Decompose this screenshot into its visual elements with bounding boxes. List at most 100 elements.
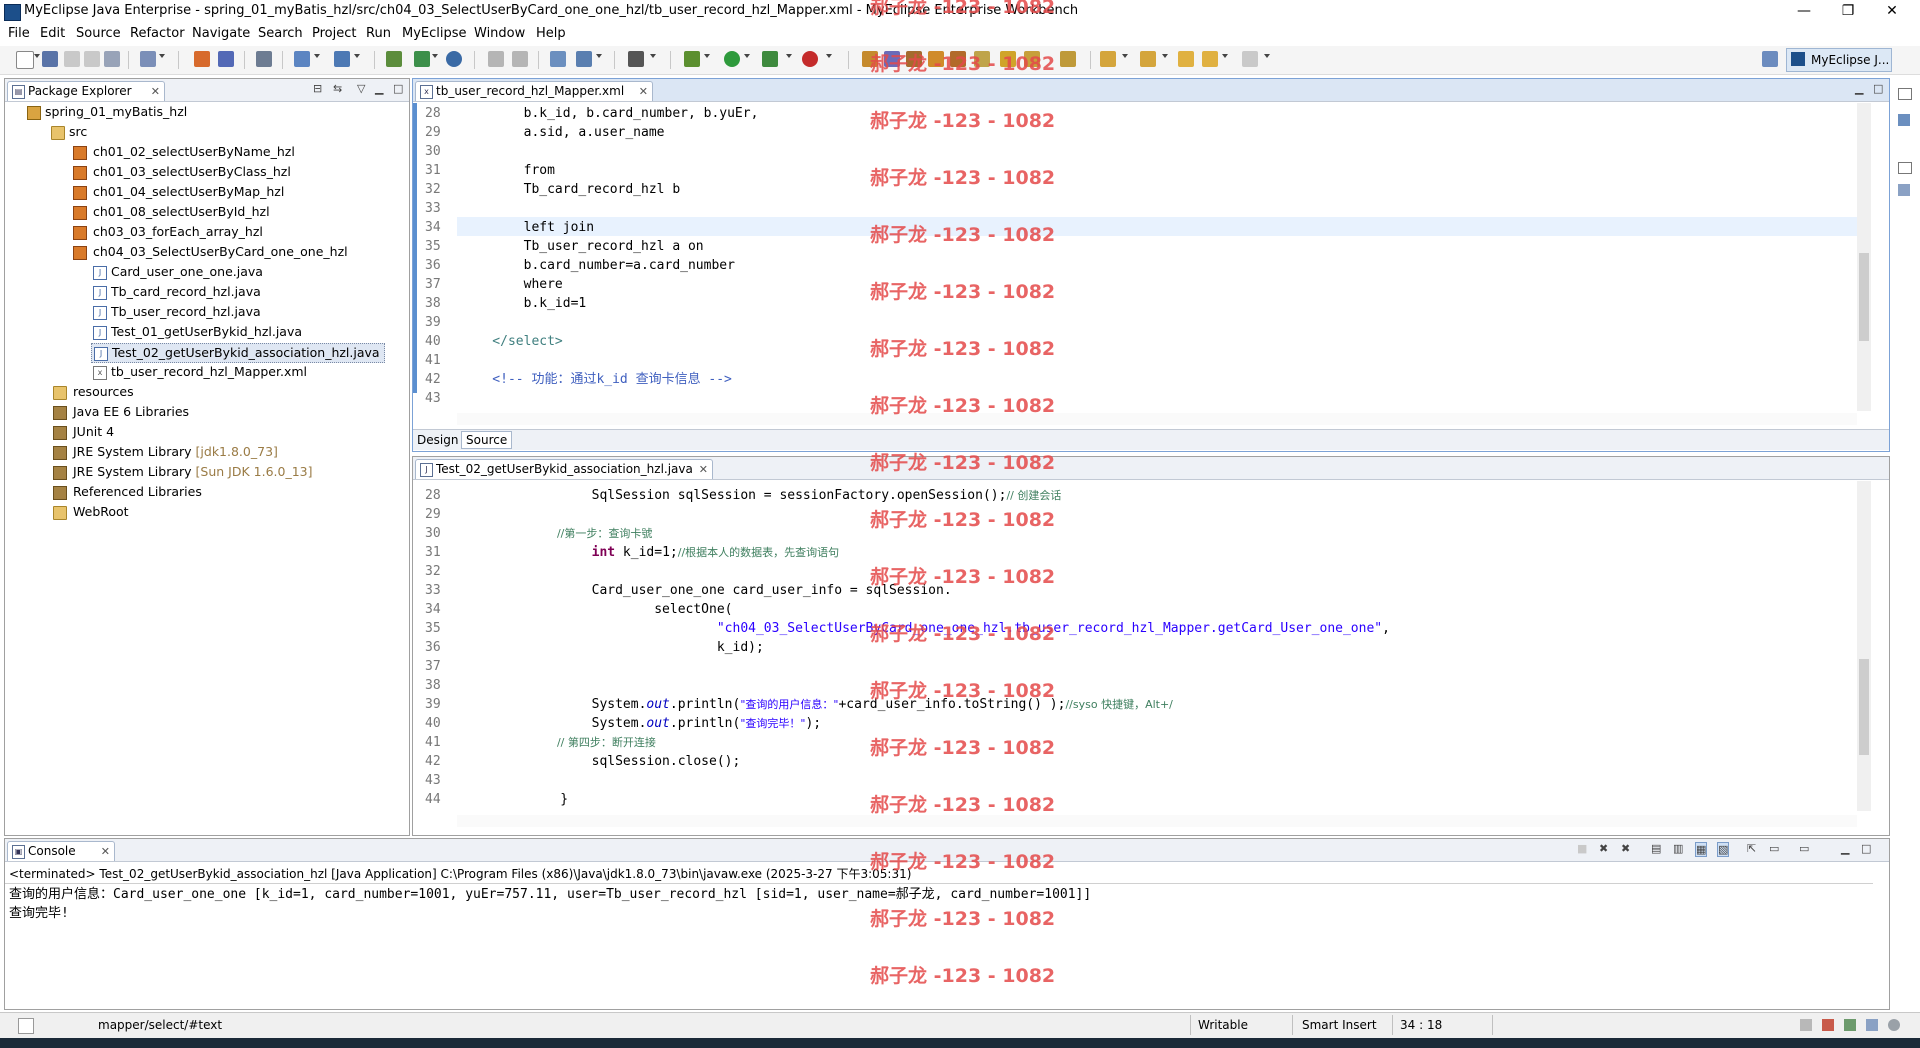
tree-item-package[interactable]: ch01_04_selectUserByMap_hzl — [73, 183, 284, 201]
forward-history-icon[interactable] — [512, 51, 528, 67]
xml-horizontal-scrollbar[interactable] — [457, 413, 1857, 425]
new-file-icon[interactable] — [16, 51, 34, 69]
print-icon[interactable] — [84, 51, 100, 67]
collapse-all-icon[interactable]: ⊟ — [313, 82, 322, 95]
back-icon[interactable] — [1202, 51, 1218, 67]
print-preview-icon[interactable] — [104, 51, 120, 67]
tree-item-library[interactable]: JRE System Library [jdk1.8.0_73] — [53, 443, 278, 461]
maximize-console-icon[interactable]: □ — [1861, 842, 1871, 855]
menu-run[interactable]: Run — [366, 26, 391, 41]
pin-console-icon[interactable]: ⇱ — [1747, 842, 1756, 855]
show-on-error-icon[interactable]: ▧ — [1717, 842, 1730, 857]
display-selected-console-icon[interactable]: ▭ — [1769, 842, 1779, 855]
maximize-view-icon[interactable]: □ — [393, 82, 403, 95]
tree-item-java-file[interactable]: J Tb_user_record_hzl.java — [93, 303, 261, 321]
tree-item-java-file[interactable]: J Test_01_getUserBykid_hzl.java — [93, 323, 302, 341]
run-server-icon[interactable] — [414, 51, 430, 67]
menu-myeclipse[interactable]: MyEclipse — [402, 26, 467, 41]
tab-design[interactable]: Design — [417, 433, 458, 447]
open-perspective-icon[interactable] — [1762, 51, 1778, 67]
save-icon[interactable] — [42, 51, 58, 67]
annotation-nav-icon[interactable] — [1060, 51, 1076, 67]
fast-view-icon[interactable] — [18, 1018, 34, 1034]
debug-icon[interactable] — [684, 51, 700, 67]
restore-view-icon[interactable] — [1898, 88, 1912, 100]
tree-item-library[interactable]: Referenced Libraries — [53, 483, 202, 501]
tree-item-package[interactable]: ch01_08_selectUserById_hzl — [73, 203, 270, 221]
tree-item-package[interactable]: ch03_03_forEach_array_hzl — [73, 223, 263, 241]
camera-icon[interactable] — [628, 51, 644, 67]
tray-icon[interactable] — [1888, 1019, 1900, 1031]
link-with-editor-icon[interactable]: ⇆ — [333, 82, 342, 95]
tree-item-xml-file[interactable]: x tb_user_record_hzl_Mapper.xml — [93, 363, 307, 381]
tree-item-project[interactable]: spring_01_myBatis_hzl — [27, 103, 187, 121]
view-menu-icon[interactable]: ▽ — [357, 82, 365, 95]
run-icon[interactable] — [724, 51, 740, 67]
tab-test-java[interactable]: J Test_02_getUserBykid_association_hzl.j… — [415, 459, 713, 479]
menu-project[interactable]: Project — [312, 26, 356, 41]
maximize-button[interactable]: ❐ — [1828, 0, 1868, 24]
next-annotation-icon[interactable] — [1100, 51, 1116, 67]
tree-item-package[interactable]: ch01_03_selectUserByClass_hzl — [73, 163, 291, 181]
close-tab-icon[interactable]: ✕ — [101, 842, 110, 861]
java-horizontal-scrollbar[interactable] — [457, 815, 1857, 827]
tree-item-java-file-selected[interactable]: J Test_02_getUserBykid_association_hzl.ja… — [91, 343, 385, 363]
xml-vertical-scrollbar[interactable] — [1857, 103, 1871, 411]
close-window-button[interactable]: ✕ — [1872, 0, 1912, 24]
tab-package-explorer[interactable]: ▤ Package Explorer ✕ — [7, 81, 165, 101]
find-icon[interactable] — [334, 51, 350, 67]
run-last-tool-icon[interactable] — [762, 51, 778, 67]
open-type-icon[interactable] — [194, 51, 210, 67]
forward-icon[interactable] — [1242, 51, 1258, 67]
tree-item-library[interactable]: JUnit 4 — [53, 423, 114, 441]
console-vertical-scrollbar[interactable] — [1873, 885, 1887, 989]
minimize-editor-icon[interactable]: ▁ — [1855, 82, 1863, 95]
open-resource-icon[interactable] — [218, 51, 234, 67]
minimize-console-icon[interactable]: ▁ — [1841, 842, 1849, 855]
tree-item-package[interactable]: ch01_02_selectUserByName_hzl — [73, 143, 295, 161]
server-icon[interactable] — [256, 51, 272, 67]
scroll-lock-icon[interactable]: ▥ — [1673, 842, 1683, 855]
save-all-icon[interactable] — [64, 51, 80, 67]
tray-icon[interactable] — [1844, 1019, 1856, 1031]
tray-icon[interactable] — [1800, 1019, 1812, 1031]
tree-item-library[interactable]: Java EE 6 Libraries — [53, 403, 189, 421]
menu-window[interactable]: Window — [474, 26, 525, 41]
properties-view-icon[interactable] — [1898, 184, 1910, 196]
external-tools-icon[interactable] — [802, 51, 818, 67]
close-tab-icon[interactable]: ✕ — [699, 460, 708, 479]
xml-scroll-thumb[interactable] — [1859, 253, 1869, 341]
menu-source[interactable]: Source — [76, 26, 121, 41]
previous-annotation-icon[interactable] — [1140, 51, 1156, 67]
last-edit-location-icon[interactable] — [1178, 51, 1194, 67]
close-tab-icon[interactable]: ✕ — [639, 82, 648, 101]
menu-search[interactable]: Search — [258, 26, 303, 41]
tree-item-package[interactable]: ch04_03_SelectUserByCard_one_one_hzl — [73, 243, 348, 261]
tree-item-src[interactable]: src — [51, 123, 87, 141]
open-console-icon[interactable]: ▭ — [1799, 842, 1809, 855]
tray-icon[interactable] — [1822, 1019, 1834, 1031]
tree-item-java-file[interactable]: J Tb_card_record_hzl.java — [93, 283, 261, 301]
deploy-icon[interactable] — [386, 51, 402, 67]
menu-file[interactable]: File — [8, 26, 30, 41]
outline-view-icon[interactable] — [1898, 114, 1910, 126]
tree-item-library[interactable]: JRE System Library [Sun JDK 1.6.0_13] — [53, 463, 312, 481]
restore-view-icon[interactable] — [1898, 162, 1912, 174]
myeclipse-perspective-button[interactable]: MyEclipse J... — [1786, 48, 1892, 72]
maximize-editor-icon[interactable]: □ — [1873, 82, 1883, 95]
new-wizard-icon[interactable] — [140, 51, 156, 67]
minimize-view-icon[interactable]: ▁ — [375, 82, 383, 95]
menu-refactor[interactable]: Refactor — [130, 26, 185, 41]
remove-launch-icon[interactable]: ✖ — [1599, 842, 1608, 855]
tree-item-java-file[interactable]: J Card_user_one_one.java — [93, 263, 263, 281]
tab-console[interactable]: ▣ Console ✕ — [7, 841, 115, 861]
search-icon[interactable] — [294, 51, 310, 67]
clear-console-icon[interactable]: ▤ — [1651, 842, 1661, 855]
back-history-icon[interactable] — [488, 51, 504, 67]
menu-edit[interactable]: Edit — [40, 26, 65, 41]
layout-icon[interactable] — [576, 51, 592, 67]
xml-code-area[interactable]: 28 b.k_id, b.card_number, b.yuEr, 29 a.si… — [413, 103, 1873, 411]
tree-item-resources[interactable]: resources — [53, 383, 134, 401]
java-scroll-thumb[interactable] — [1859, 659, 1869, 755]
java-vertical-scrollbar[interactable] — [1857, 481, 1871, 811]
